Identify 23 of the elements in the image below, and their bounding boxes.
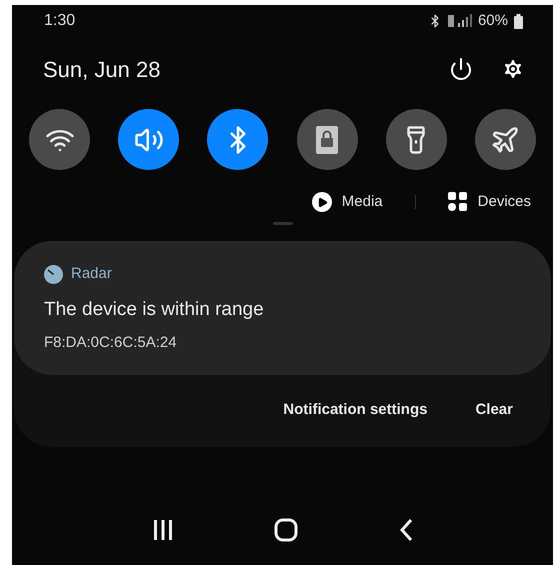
action-button[interactable]: Notification settings — [283, 398, 428, 421]
airplane-icon — [490, 124, 520, 154]
action-button[interactable]: Clear — [475, 398, 513, 421]
drag-handle[interactable] — [272, 222, 292, 225]
status-time: 1:30 — [44, 11, 76, 31]
notification-text: F8:DA:0C:6C:5A:24 — [44, 333, 178, 353]
radar-icon — [44, 264, 63, 284]
power-icon[interactable] — [449, 57, 473, 81]
battery-percent: 60% — [478, 10, 508, 31]
secure-folder-icon — [315, 124, 340, 154]
back-icon[interactable] — [398, 518, 413, 542]
notification-title: The device is within range — [44, 298, 265, 322]
play-icon — [312, 192, 332, 212]
home-icon[interactable] — [274, 518, 298, 542]
media-button[interactable]: Media — [312, 190, 383, 214]
battery-icon — [514, 14, 523, 28]
recents-icon[interactable] — [152, 519, 174, 541]
app-name: Radar — [71, 264, 112, 284]
devices-icon — [448, 192, 468, 212]
signal-icon — [448, 14, 472, 28]
devices-button[interactable]: Devices — [448, 190, 531, 214]
date-text: Sun, Jun 28 — [43, 56, 160, 84]
notification-card[interactable]: Radar The device is within range F8:DA:0C:6C:5A:24 — [14, 241, 551, 374]
